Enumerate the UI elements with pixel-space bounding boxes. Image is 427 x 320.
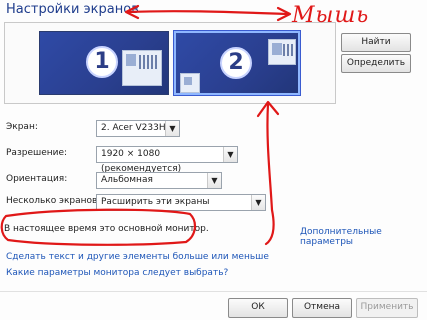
monitor-help-link[interactable]: Какие параметры монитора следует выбрать…: [6, 268, 228, 278]
find-button[interactable]: Найти: [341, 33, 411, 52]
window-thumbnail-icon: [122, 50, 162, 86]
footer-divider: [0, 291, 427, 292]
text-size-link[interactable]: Сделать текст и другие элементы больше и…: [6, 252, 269, 262]
cancel-button[interactable]: Отмена: [292, 298, 352, 318]
double-arrow-icon: [126, 10, 290, 16]
screen-select-value: 2. Acer V233H: [101, 123, 166, 133]
multiple-displays-select-value: Расширить эти экраны: [101, 197, 210, 207]
chevron-down-icon: ▼: [223, 147, 237, 162]
resolution-label: Разрешение:: [6, 148, 68, 158]
screen-label: Экран:: [6, 122, 38, 132]
primary-monitor-status: В настоящее время это основной монитор.: [4, 224, 209, 234]
chevron-down-icon: ▼: [207, 173, 221, 188]
screen-select[interactable]: 2. Acer V233H ▼: [96, 120, 180, 137]
window-thumbnail-icon: [268, 39, 296, 65]
advanced-settings-link[interactable]: Дополнительные параметры: [300, 227, 427, 247]
chevron-down-icon: ▼: [251, 195, 265, 210]
resolution-select[interactable]: 1920 × 1080 (рекомендуется) ▼: [96, 146, 238, 174]
detect-button[interactable]: Определить: [341, 54, 411, 73]
orientation-select[interactable]: Альбомная ▼: [96, 172, 222, 189]
window-thumbnail-icon: [180, 73, 200, 93]
up-arrow-icon: [264, 102, 275, 246]
handwritten-annotation: Мышь: [292, 3, 370, 28]
ok-button[interactable]: ОК: [228, 298, 288, 318]
monitor-number-badge: 1: [86, 46, 118, 78]
orientation-label: Ориентация:: [6, 174, 68, 184]
window-title: Настройки экранов: [6, 2, 139, 17]
multiple-displays-label: Несколько экранов:: [6, 196, 101, 206]
multiple-displays-select[interactable]: Расширить эти экраны ▼: [96, 194, 266, 211]
monitor-2-tile[interactable]: 2: [174, 31, 300, 95]
chevron-down-icon: ▼: [165, 121, 179, 136]
display-settings-window: Настройки экранов 1 2 Найти Определить Э…: [0, 0, 427, 320]
monitor-1-tile[interactable]: 1: [39, 31, 169, 95]
orientation-select-value: Альбомная: [101, 175, 153, 185]
apply-button[interactable]: Применить: [356, 298, 418, 318]
monitor-number-badge: 2: [220, 47, 252, 79]
monitor-arrangement-panel[interactable]: 1 2: [4, 22, 336, 104]
resolution-select-value: 1920 × 1080 (рекомендуется): [101, 149, 182, 174]
